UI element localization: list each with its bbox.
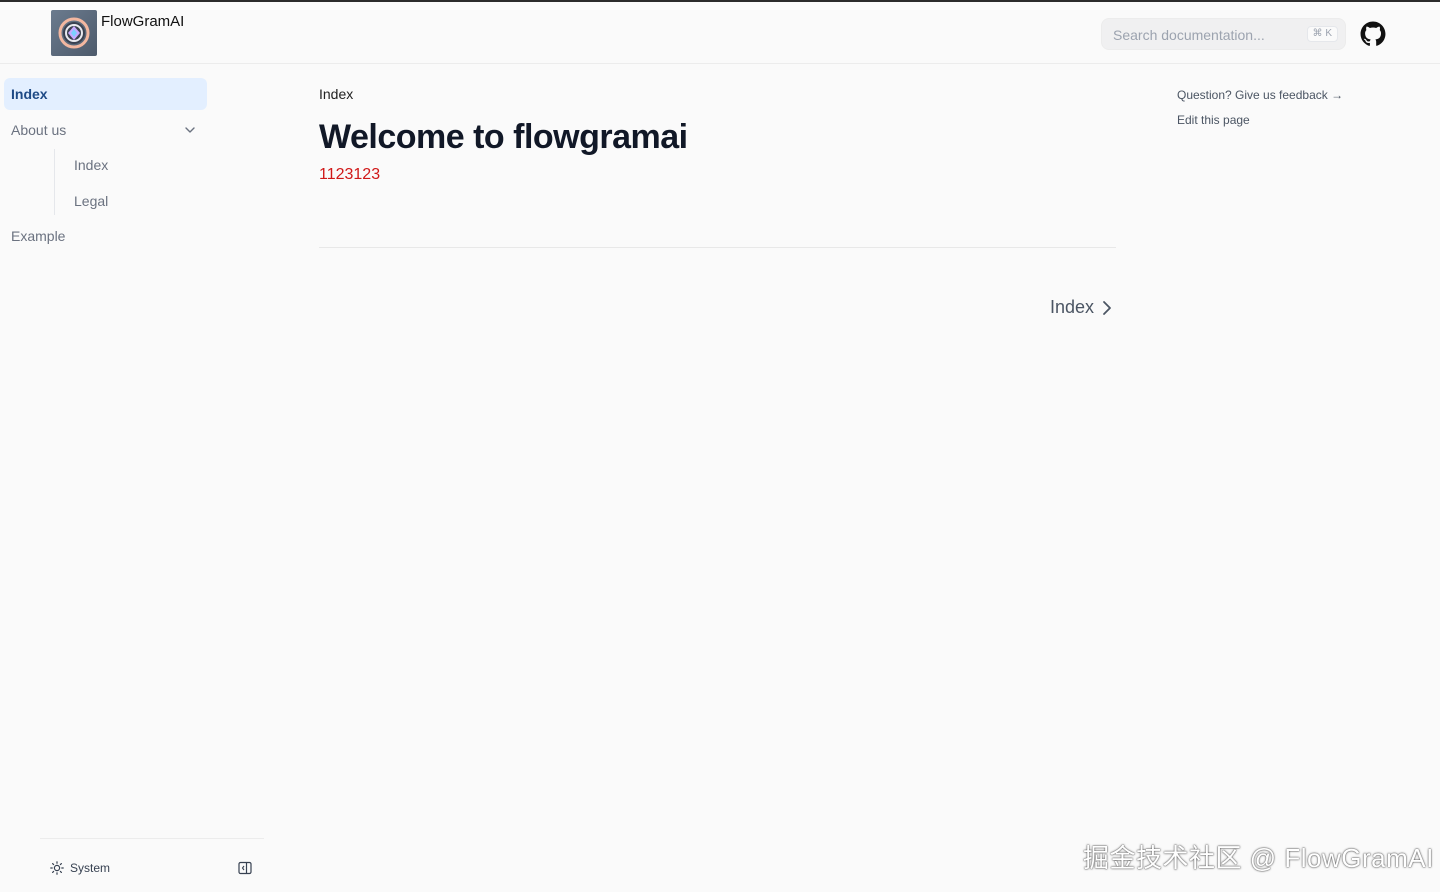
edit-page-link[interactable]: Edit this page — [1177, 113, 1250, 127]
theme-toggle-label[interactable]: System — [70, 861, 110, 875]
sidebar-item-label: About us — [11, 122, 67, 138]
next-page-link[interactable]: Index — [1050, 297, 1094, 318]
page-title: Welcome to flowgramai — [319, 118, 688, 156]
sidebar-item-example[interactable]: Example — [4, 220, 207, 252]
sidebar-subitem-label: Legal — [74, 193, 109, 209]
sun-icon[interactable] — [50, 861, 64, 875]
submenu-guide-line — [54, 149, 55, 215]
brand-logo[interactable] — [51, 10, 97, 56]
search-input[interactable]: Search documentation... ⌘ K — [1101, 18, 1346, 50]
brand-name[interactable]: FlowGramAI — [101, 13, 184, 30]
search-placeholder: Search documentation... — [1113, 27, 1265, 43]
search-shortcut-badge: ⌘ K — [1306, 26, 1338, 42]
watermark-text: 掘金技术社区 @ FlowGramAI — [1083, 843, 1434, 873]
github-icon[interactable] — [1360, 21, 1386, 47]
sidebar-subitem-label: Index — [74, 157, 109, 173]
sidebar-item-label: Index — [11, 86, 48, 102]
breadcrumb[interactable]: Index — [319, 86, 353, 102]
sidebar-item-index[interactable]: Index — [4, 78, 207, 110]
logo-icon — [58, 17, 90, 49]
sidebar-footer: System — [40, 838, 264, 892]
sidebar-subitem-index[interactable]: Index — [74, 149, 108, 181]
chevron-right-icon[interactable] — [1100, 299, 1114, 317]
sidebar-item-about-us[interactable]: About us — [4, 114, 207, 146]
sidebar-subitem-legal[interactable]: Legal — [74, 185, 108, 217]
collapse-sidebar-icon[interactable] — [238, 861, 252, 875]
sidebar-item-label: Example — [11, 228, 66, 244]
feedback-link[interactable]: Question? Give us feedback → — [1177, 88, 1343, 102]
content-text: 1123123 — [319, 166, 381, 183]
chevron-down-icon — [185, 127, 195, 133]
top-header: FlowGramAI Search documentation... ⌘ K — [0, 2, 1440, 64]
divider — [319, 247, 1116, 248]
